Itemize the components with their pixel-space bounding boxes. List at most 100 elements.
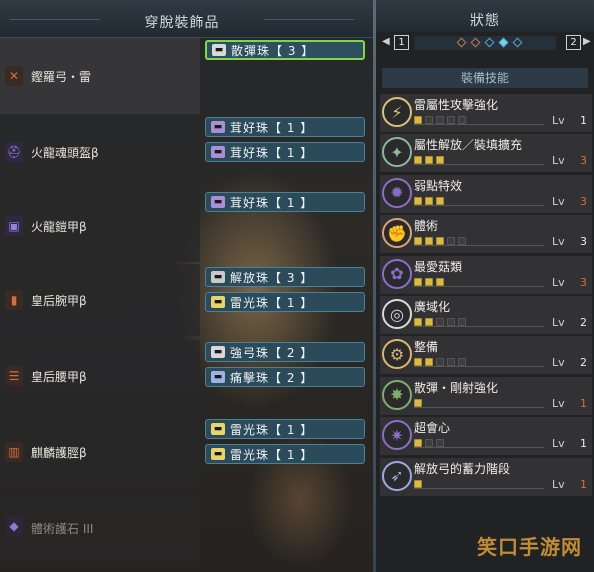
equipment-waist[interactable]: ☰ 皇后腰甲β [0, 340, 200, 412]
level-pip-filled [425, 277, 433, 286]
page-right-arrow-icon[interactable]: ▶ [583, 36, 591, 47]
decoration-label: 茸好珠【 1 】 [230, 120, 314, 135]
level-pip-empty [447, 116, 455, 124]
decoration-label: 解放珠【 3 】 [230, 270, 314, 285]
level-pip-filled [425, 237, 433, 246]
decoration-slot[interactable]: ▬ 雷光珠【 1 】 [205, 419, 365, 439]
level-label: Lv [552, 437, 565, 451]
skill-row[interactable]: ✹ 弱點特效 Lv 3 [380, 174, 592, 213]
level-value: 3 [580, 275, 587, 289]
equipment-legs[interactable]: ▥ 麒麟護脛β [0, 414, 200, 486]
wide-range-icon: ◎ [382, 299, 412, 329]
level-value: 2 [580, 356, 587, 370]
skill-level-bar [414, 277, 544, 287]
skill-row[interactable]: ✿ 最愛菇類 Lv 3 [380, 255, 592, 294]
equipment-weapon[interactable]: ✕ 鏗羅弓・雷 [0, 38, 200, 114]
spread-shot-icon: ✸ [382, 379, 412, 410]
level-label: Lv [552, 235, 565, 249]
page-left-number[interactable]: 1 [394, 35, 409, 50]
skill-name: 最愛菇類 [414, 259, 463, 274]
level-pip-empty [447, 358, 455, 367]
page-left-arrow-icon[interactable]: ◀ [382, 36, 390, 47]
level-pip-filled [436, 156, 444, 165]
skill-level-bar [414, 439, 544, 449]
page-right-number[interactable]: 2 [566, 35, 581, 50]
element-release-icon: ✦ [382, 137, 412, 168]
skill-row[interactable]: ◎ 廣域化 Lv 2 [380, 296, 592, 334]
decoration-icon: ▬ [211, 121, 225, 133]
equipment-head[interactable]: ⛑ 火龍魂頭盔β [0, 116, 200, 188]
status-panel: 狀態 ◀ 1 2 ▶ 裝備技能 ⚡ 雷屬性攻擊強化 Lv 1 ✦ 屬性解放／裝填擴充 Lv 3… [376, 0, 594, 572]
skill-name: 弱點特效 [414, 178, 463, 193]
status-panel-title: 狀態 [470, 13, 500, 29]
decoration-label: 強弓珠【 2 】 [230, 345, 314, 360]
level-pip-empty [436, 318, 444, 326]
decoration-slot[interactable]: ▬ 雷光珠【 1 】 [205, 444, 365, 464]
decoration-slot[interactable]: ▬ 茸好珠【 1 】 [205, 192, 365, 212]
level-pip-filled [414, 358, 422, 367]
decoration-icon: ▬ [211, 448, 225, 460]
thunder-attack-icon: ⚡ [382, 97, 412, 127]
level-label: Lv [552, 477, 565, 491]
skill-row[interactable]: ⚙ 整備 Lv 2 [380, 336, 592, 375]
decoration-panel-header: 穿脫裝飾品 [0, 0, 374, 38]
decoration-slot[interactable]: ▬ 茸好珠【 1 】 [205, 117, 365, 137]
skill-row[interactable]: ✸ 散彈・剛射強化 Lv 1 [380, 376, 592, 415]
skill-row[interactable]: ✊ 體術 Lv 3 [380, 215, 592, 254]
skill-name: 屬性解放／裝填擴充 [414, 138, 523, 153]
chest-armor-icon: ▣ [5, 216, 23, 236]
decoration-label: 痛擊珠【 2 】 [230, 370, 314, 385]
level-pip-filled [414, 116, 422, 124]
level-pip-filled [425, 318, 433, 326]
equipment-name: 火龍鎧甲β [31, 220, 87, 234]
skill-level-bar [414, 116, 544, 125]
skill-row[interactable]: ✦ 屬性解放／裝填擴充 Lv 3 [380, 134, 592, 173]
equipment-arms[interactable]: ▮ 皇后腕甲β [0, 264, 200, 336]
level-value: 3 [580, 154, 587, 168]
level-label: Lv [552, 396, 565, 410]
maintenance-icon: ⚙ [382, 339, 412, 370]
decoration-icon: ▬ [211, 371, 225, 383]
decoration-icon: ▬ [211, 296, 225, 308]
level-pip-filled [414, 196, 422, 205]
level-label: Lv [552, 356, 565, 370]
level-pip-empty [425, 439, 433, 448]
level-label: Lv [552, 114, 565, 127]
level-value: 1 [580, 477, 587, 491]
equipment-name: 鏗羅弓・雷 [31, 70, 92, 84]
level-pip-filled [414, 398, 422, 407]
watermark: 笑口手游网 [470, 526, 590, 570]
decoration-label: 散彈珠【 3 】 [231, 43, 315, 58]
level-pip-filled [425, 196, 433, 205]
header-ornament-right [264, 19, 354, 20]
decoration-slot[interactable]: ▬ 解放珠【 3 】 [205, 267, 365, 287]
equipment-charm[interactable]: ◆ 體術護石 III [0, 492, 200, 566]
decoration-slot[interactable]: ▬ 強弓珠【 2 】 [205, 342, 365, 362]
level-pip-filled [425, 358, 433, 367]
waist-armor-icon: ☰ [5, 366, 23, 386]
skill-level-bar [414, 398, 544, 408]
status-panel-header: 狀態 [376, 0, 594, 32]
decoration-slot[interactable]: ▬ 雷光珠【 1 】 [205, 292, 365, 312]
decoration-slot[interactable]: ▬ 散彈珠【 3 】 [205, 40, 365, 60]
watermark-text: 笑口手游网 [477, 535, 582, 559]
decoration-icon: ▬ [211, 346, 225, 358]
page-selector: ◀ 1 2 ▶ [380, 34, 591, 52]
skill-row[interactable]: ➶ 解放弓的蓄力階段 Lv 1 [380, 457, 592, 496]
decoration-slot[interactable]: ▬ 茸好珠【 1 】 [205, 142, 365, 162]
level-pip-filled [414, 479, 422, 488]
weakness-exploit-icon: ✹ [382, 177, 412, 208]
skill-row[interactable]: ⚡ 雷屬性攻擊強化 Lv 1 [380, 94, 592, 132]
bow-icon: ✕ [5, 66, 23, 86]
level-pip-filled [414, 318, 422, 326]
helmet-icon: ⛑ [5, 142, 23, 162]
skill-row[interactable]: ✷ 超會心 Lv 1 [380, 417, 592, 456]
decoration-slot[interactable]: ▬ 痛擊珠【 2 】 [205, 367, 365, 387]
mushroom-icon: ✿ [382, 258, 412, 289]
gauntlet-icon: ▮ [5, 290, 23, 310]
leg-armor-icon: ▥ [5, 442, 23, 462]
decoration-panel: 穿脫裝飾品 ✕ 鏗羅弓・雷 ▬ 散彈珠【 3 】 ⛑ 火龍魂頭盔β ▬ 茸好珠【… [0, 0, 374, 572]
bow-charge-icon: ➶ [382, 460, 412, 491]
equipment-chest[interactable]: ▣ 火龍鎧甲β [0, 190, 200, 262]
equipment-name: 皇后腕甲β [31, 294, 87, 308]
